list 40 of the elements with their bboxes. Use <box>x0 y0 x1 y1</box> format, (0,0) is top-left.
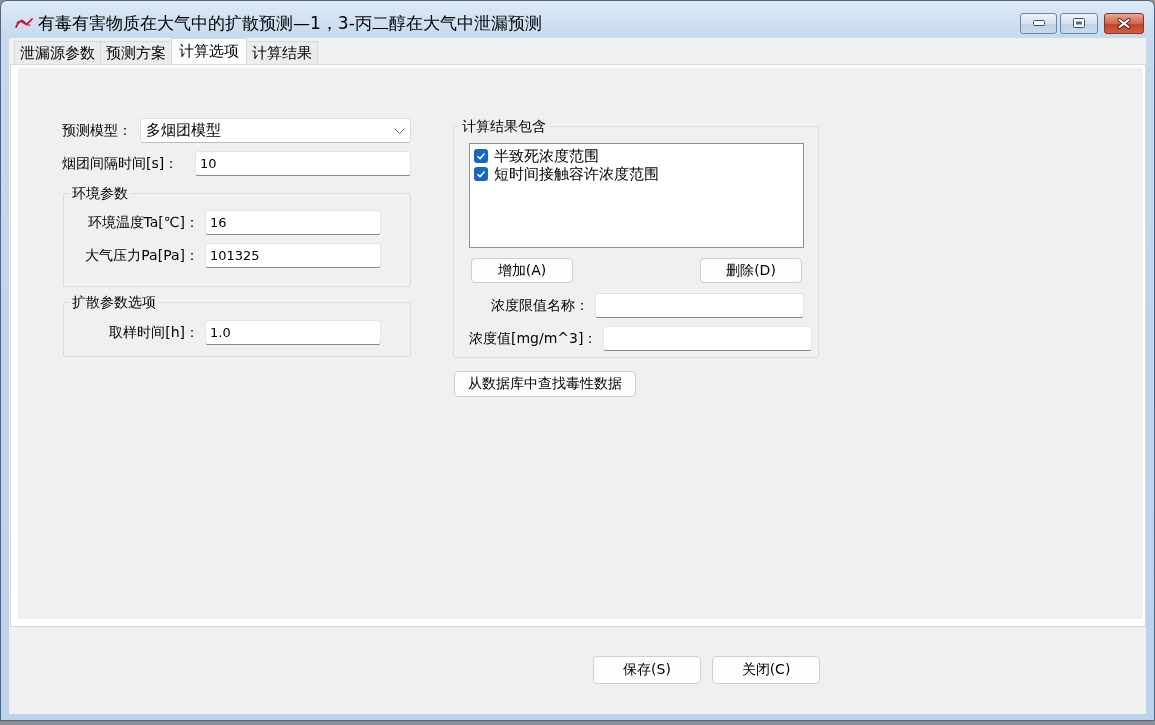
list-item[interactable]: 半致死浓度范围 <box>494 146 599 166</box>
group-title: 计算结果包含 <box>461 118 547 135</box>
text-field[interactable] <box>603 326 813 351</box>
text-field[interactable]: 10 <box>195 151 411 176</box>
text-field[interactable]: 101325 <box>205 243 381 268</box>
checkbox[interactable] <box>474 149 488 163</box>
minimize-icon <box>1032 20 1045 26</box>
tab[interactable]: 预测方案 <box>100 41 172 64</box>
text-field[interactable]: 16 <box>205 210 381 235</box>
field-label: 浓度值[mg/m^3]： <box>469 329 598 348</box>
app-logo-icon <box>15 17 33 29</box>
maximize-icon <box>1073 18 1085 28</box>
field-label: 取样时间[h]： <box>108 323 199 342</box>
text-field[interactable] <box>595 293 804 318</box>
window-title: 有毒有害物质在大气中的扩散预测—1，3-丙二醇在大气中泄漏预测 <box>38 11 542 35</box>
close-icon <box>1117 17 1131 29</box>
group-title: 环境参数 <box>71 185 129 202</box>
group-title: 扩散参数选项 <box>71 294 157 311</box>
save-button[interactable]: 保存(S) <box>593 656 701 684</box>
minimize-button[interactable] <box>1020 12 1057 34</box>
delete-button[interactable]: 删除(D) <box>700 258 802 283</box>
close-button[interactable]: 关闭(C) <box>712 656 820 684</box>
tab[interactable]: 计算选项 <box>171 38 247 64</box>
list-item[interactable]: 短时间接触容许浓度范围 <box>494 164 659 184</box>
lookup-button[interactable]: 从数据库中查找毒性数据 <box>454 371 636 397</box>
text-field[interactable]: 1.0 <box>205 320 381 345</box>
close-button[interactable] <box>1104 12 1144 34</box>
chevron-down-icon <box>394 127 405 134</box>
field-label: 烟团间隔时间[s]： <box>62 154 179 173</box>
checklist-box[interactable]: 半致死浓度范围 短时间接触容许浓度范围 <box>469 143 804 248</box>
tab[interactable]: 泄漏源参数 <box>14 41 101 64</box>
field-label: 环境温度Ta[℃]： <box>86 213 199 232</box>
field-label: 大气压力Pa[Pa]： <box>84 246 199 265</box>
checkbox[interactable] <box>474 167 488 181</box>
field-label: 预测模型： <box>62 121 132 140</box>
dropdown[interactable]: 多烟团模型 <box>140 118 411 143</box>
add-button[interactable]: 增加(A) <box>471 258 573 283</box>
tab[interactable]: 计算结果 <box>246 41 318 64</box>
field-label: 浓度限值名称： <box>490 296 589 315</box>
maximize-button[interactable] <box>1060 12 1098 34</box>
